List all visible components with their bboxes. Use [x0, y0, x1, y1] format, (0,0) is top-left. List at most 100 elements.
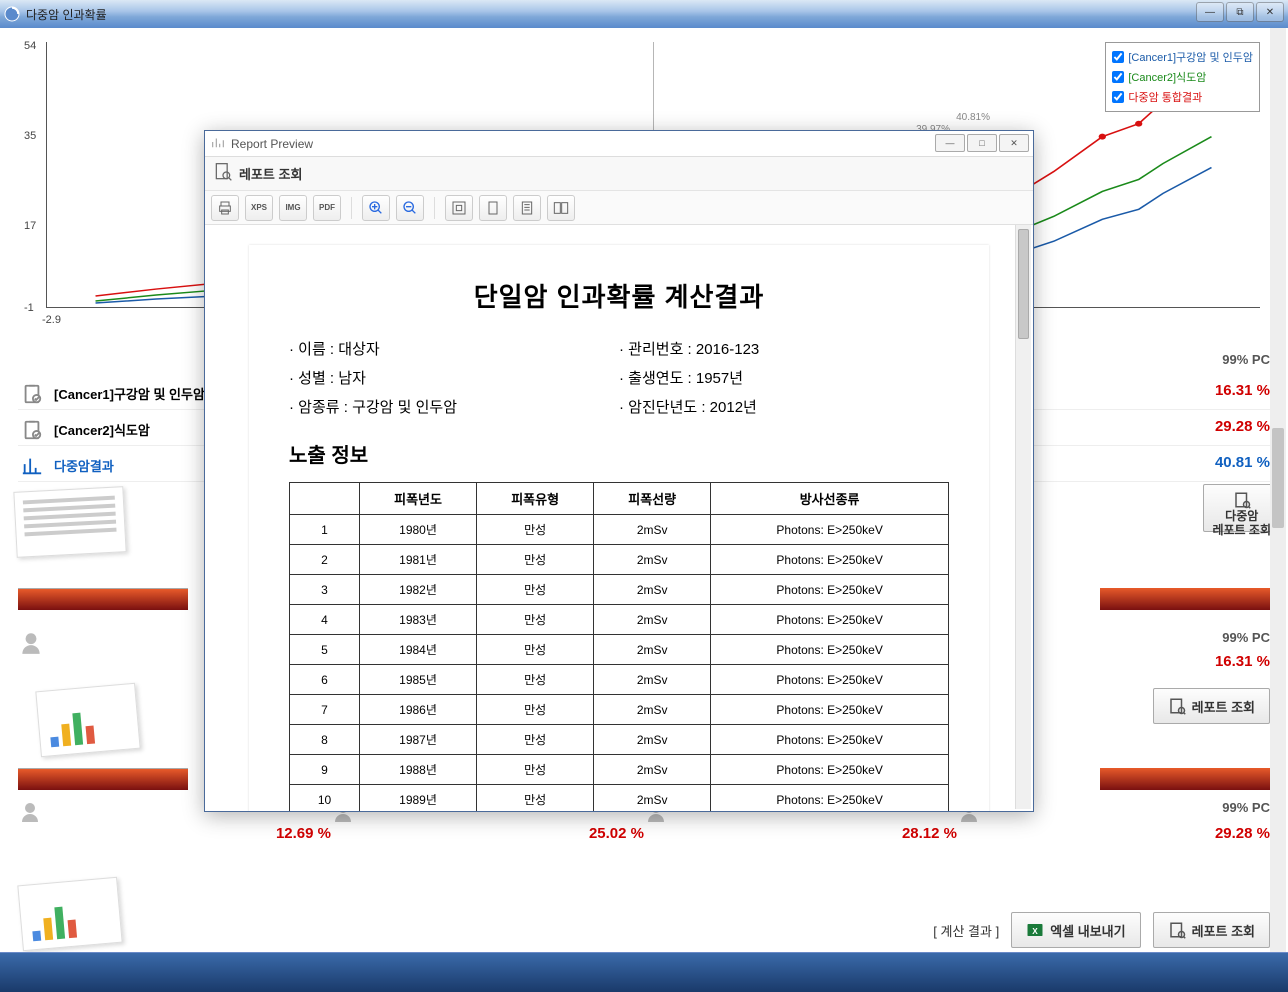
- close-button[interactable]: ✕: [1256, 2, 1284, 22]
- table-cell: 1982년: [360, 575, 477, 605]
- table-cell: 3: [290, 575, 360, 605]
- table-cell: 9: [290, 755, 360, 785]
- table-cell: 2: [290, 545, 360, 575]
- table-cell: 2mSv: [594, 575, 711, 605]
- table-row: 11980년만성2mSvPhotons: E>250keV: [290, 515, 949, 545]
- table-cell: 1981년: [360, 545, 477, 575]
- modal-scrollbar[interactable]: [1015, 225, 1031, 809]
- table-row: 21981년만성2mSvPhotons: E>250keV: [290, 545, 949, 575]
- doc-thumbnail[interactable]: [10, 482, 130, 562]
- footer-actions: [ 계산 결과 ] X 엑셀 내보내기 레포트 조회: [933, 912, 1270, 948]
- table-row: 61985년만성2mSvPhotons: E>250keV: [290, 665, 949, 695]
- pc-value-cancer1: 16.31 %: [1090, 382, 1270, 399]
- chart-annotation: 40.81%: [956, 112, 990, 123]
- table-row: 41983년만성2mSvPhotons: E>250keV: [290, 605, 949, 635]
- y-tick: 35: [24, 130, 36, 142]
- table-cell: 2mSv: [594, 665, 711, 695]
- view-fit-button[interactable]: [445, 195, 473, 221]
- info-cancer-type: · 암종류 : 구강암 및 인두암: [289, 396, 619, 417]
- multi-report-line1: 다중암: [1225, 509, 1258, 523]
- chart-legend: [Cancer1]구강암 및 인두암 [Cancer2]식도암 다중암 통합결과: [1105, 42, 1260, 112]
- x-tick: -2.9: [42, 314, 61, 326]
- table-row: 71986년만성2mSvPhotons: E>250keV: [290, 695, 949, 725]
- chart-thumbnail[interactable]: [28, 680, 148, 760]
- main-scrollbar[interactable]: [1270, 28, 1286, 952]
- zoom-in-button[interactable]: [362, 195, 390, 221]
- print-button[interactable]: [211, 195, 239, 221]
- svg-text:X: X: [1032, 927, 1038, 936]
- table-cell: Photons: E>250keV: [711, 785, 949, 812]
- table-cell: 2mSv: [594, 515, 711, 545]
- zoom-out-button[interactable]: [396, 195, 424, 221]
- chart-small-icon: [211, 135, 225, 152]
- table-cell: Photons: E>250keV: [711, 755, 949, 785]
- chart-thumbnail[interactable]: [10, 874, 130, 954]
- modal-header-label: 레포트 조회: [239, 164, 302, 183]
- th-type: 피폭유형: [477, 483, 594, 515]
- table-cell: Photons: E>250keV: [711, 545, 949, 575]
- result-label: [Cancer1]구강암 및 인두암: [54, 384, 205, 403]
- table-cell: 1: [290, 515, 360, 545]
- table-row: 91988년만성2mSvPhotons: E>250keV: [290, 755, 949, 785]
- table-cell: Photons: E>250keV: [711, 515, 949, 545]
- table-cell: 1984년: [360, 635, 477, 665]
- view-double-button[interactable]: [547, 195, 575, 221]
- legend-checkbox-cancer1[interactable]: [1112, 51, 1124, 63]
- table-cell: Photons: E>250keV: [711, 605, 949, 635]
- pc-col-value: 25.02 %: [331, 825, 644, 842]
- view-page-button[interactable]: [479, 195, 507, 221]
- table-cell: 4: [290, 605, 360, 635]
- pc-value-cancer2: 29.28 %: [1090, 418, 1270, 435]
- multi-report-line2: 레포트 조회: [1212, 523, 1271, 537]
- info-mgmt-no: · 관리번호 : 2016-123: [619, 338, 949, 359]
- table-cell: 1988년: [360, 755, 477, 785]
- legend-checkbox-cancer2[interactable]: [1112, 71, 1124, 83]
- report-button-label: 레포트 조회: [1192, 697, 1255, 716]
- table-cell: 만성: [477, 575, 594, 605]
- report-button-label: 레포트 조회: [1192, 921, 1255, 940]
- table-cell: 2mSv: [594, 695, 711, 725]
- y-tick: -1: [24, 302, 34, 314]
- maximize-button[interactable]: ⧉: [1226, 2, 1254, 22]
- modal-maximize-button[interactable]: □: [967, 134, 997, 152]
- table-cell: 6: [290, 665, 360, 695]
- modal-minimize-button[interactable]: —: [935, 134, 965, 152]
- minimize-button[interactable]: —: [1196, 2, 1224, 22]
- table-cell: 2mSv: [594, 545, 711, 575]
- table-row: 51984년만성2mSvPhotons: E>250keV: [290, 635, 949, 665]
- table-cell: 5: [290, 635, 360, 665]
- table-header-row: 피폭년도 피폭유형 피폭선량 방사선종류: [290, 483, 949, 515]
- table-cell: 2mSv: [594, 605, 711, 635]
- table-cell: 만성: [477, 545, 594, 575]
- th-index: [290, 483, 360, 515]
- modal-close-button[interactable]: ✕: [999, 134, 1029, 152]
- export-xps-button[interactable]: XPS: [245, 195, 273, 221]
- main-titlebar: 다중암 인과확률 — ⧉ ✕: [0, 0, 1288, 28]
- pc-value: 16.31 %: [1070, 653, 1270, 670]
- barchart-icon: [18, 452, 46, 480]
- table-cell: 1980년: [360, 515, 477, 545]
- report-view-button-footer[interactable]: 레포트 조회: [1153, 912, 1270, 948]
- table-cell: 8: [290, 725, 360, 755]
- table-row: 81987년만성2mSvPhotons: E>250keV: [290, 725, 949, 755]
- result-label: [Cancer2]식도암: [54, 420, 150, 439]
- export-img-button[interactable]: IMG: [279, 195, 307, 221]
- table-cell: 만성: [477, 635, 594, 665]
- table-cell: 1987년: [360, 725, 477, 755]
- table-cell: 2mSv: [594, 635, 711, 665]
- clipboard-icon: [18, 416, 46, 444]
- excel-button-label: 엑셀 내보내기: [1050, 921, 1125, 940]
- table-cell: 7: [290, 695, 360, 725]
- export-pdf-button[interactable]: PDF: [313, 195, 341, 221]
- report-view-button[interactable]: 레포트 조회: [1153, 688, 1270, 724]
- excel-export-button[interactable]: X 엑셀 내보내기: [1011, 912, 1140, 948]
- legend-checkbox-combined[interactable]: [1112, 91, 1124, 103]
- person-icon: [18, 630, 44, 661]
- modal-body[interactable]: 단일암 인과확률 계산결과 · 이름 : 대상자 · 관리번호 : 2016-1…: [205, 225, 1033, 811]
- table-row: 31982년만성2mSvPhotons: E>250keV: [290, 575, 949, 605]
- taskbar: [0, 952, 1288, 992]
- multi-report-button[interactable]: 다중암 레포트 조회: [1203, 484, 1280, 532]
- table-cell: 1986년: [360, 695, 477, 725]
- view-single-button[interactable]: [513, 195, 541, 221]
- info-name: · 이름 : 대상자: [289, 338, 619, 359]
